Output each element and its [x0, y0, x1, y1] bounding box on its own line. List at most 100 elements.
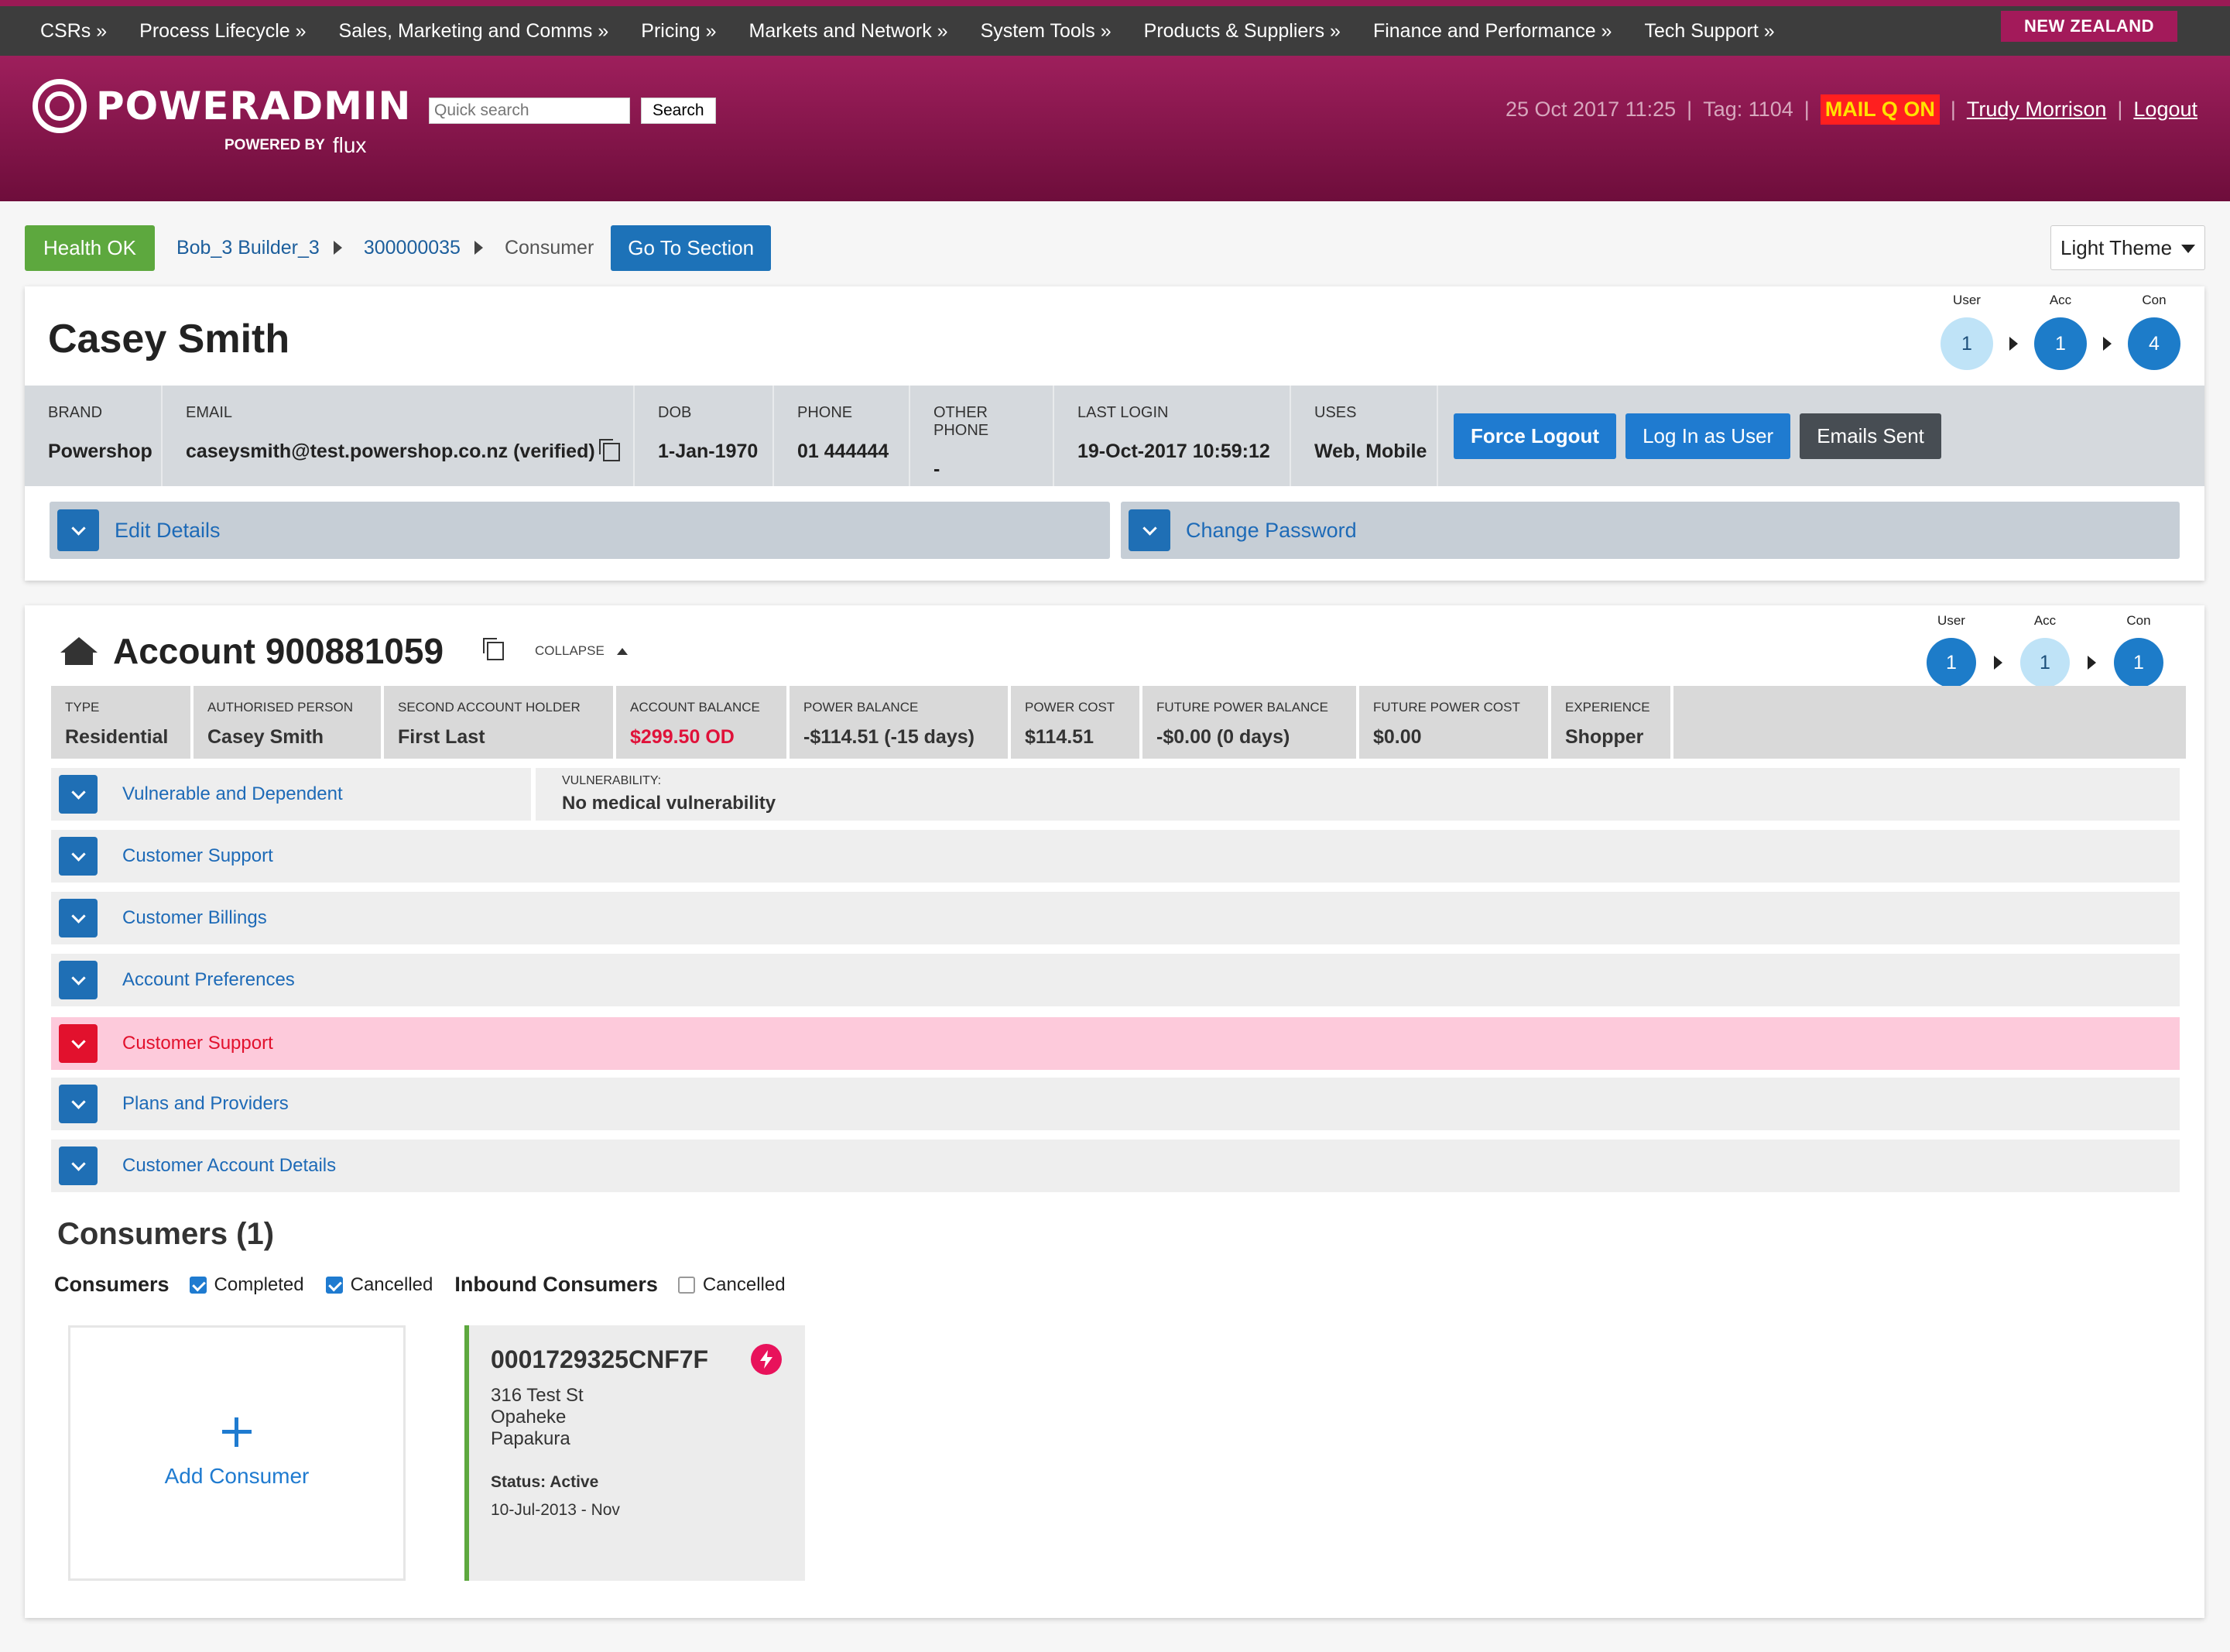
search-button[interactable]: Search — [641, 98, 716, 124]
level-count: 1 — [1941, 317, 1993, 370]
nav-item-process-lifecycle[interactable]: Process Lifecycle » — [139, 20, 306, 43]
level-acc[interactable]: Acc 1 — [2018, 613, 2072, 687]
quick-search: Search — [429, 98, 716, 124]
field-label: AUTHORISED PERSON — [207, 700, 353, 715]
nav-item-pricing[interactable]: Pricing » — [641, 20, 716, 43]
inbound-cancelled-checkbox[interactable] — [677, 1276, 695, 1294]
logo[interactable]: POWERADMIN — [33, 79, 411, 133]
region-badge[interactable]: NEW ZEALAND — [2000, 11, 2177, 42]
expand-button[interactable] — [1129, 509, 1170, 551]
log-in-as-user-button[interactable]: Log In as User — [1625, 413, 1791, 459]
nav-item-markets-network[interactable]: Markets and Network » — [749, 20, 948, 43]
level-label: User — [1937, 613, 1965, 628]
emails-sent-button[interactable]: Emails Sent — [1800, 413, 1941, 459]
expand-button[interactable] — [59, 1146, 98, 1185]
change-password-accordion[interactable]: Change Password — [1121, 502, 2180, 559]
address-line: Papakura — [491, 1428, 570, 1449]
field-label: EMAIL — [186, 404, 233, 421]
field-label: OTHER PHONE — [933, 404, 989, 439]
nav-item-tech-support[interactable]: Tech Support » — [1644, 20, 1774, 43]
collapse-toggle[interactable]: COLLAPSE — [535, 643, 605, 659]
breadcrumb-account[interactable]: 300000035 — [364, 237, 461, 259]
expand-button[interactable] — [59, 961, 98, 999]
consumer-address: 316 Test St Opaheke Papakura — [491, 1385, 805, 1450]
level-count: 1 — [2034, 317, 2087, 370]
arrow-right-icon — [2088, 656, 2096, 670]
cancelled-checkbox[interactable] — [325, 1276, 343, 1294]
breadcrumb-current: Consumer — [504, 236, 594, 259]
field-email: EMAIL caseysmith@test.powershop.co.nz (v… — [163, 386, 635, 486]
nav-item-csrs[interactable]: CSRs » — [40, 20, 107, 43]
consumers-group-label: Consumers — [54, 1273, 170, 1296]
separator: | — [1950, 98, 1956, 121]
copy-icon[interactable] — [483, 638, 505, 660]
mail-queue-badge[interactable]: MAIL Q ON — [1820, 94, 1940, 125]
nav-item-sales-marketing[interactable]: Sales, Marketing and Comms » — [339, 20, 609, 43]
completed-checkbox[interactable] — [189, 1276, 207, 1294]
theme-select-value: Light Theme — [2060, 235, 2173, 259]
inbound-cancelled-label: Cancelled — [702, 1273, 786, 1295]
caret-up-icon[interactable] — [616, 647, 628, 655]
field-power-cost: POWER COST $114.51 — [1011, 686, 1139, 759]
field-future-power-balance: FUTURE POWER BALANCE -$0.00 (0 days) — [1142, 686, 1356, 759]
search-input[interactable] — [429, 98, 630, 124]
field-other-phone: OTHER PHONE - — [910, 386, 1054, 486]
expand-button[interactable] — [59, 1024, 98, 1063]
flux-logo: flux — [332, 133, 367, 157]
level-con[interactable]: Con 1 — [2112, 613, 2166, 687]
vulnerability-info: VULNERABILITY: No medical vulnerability — [562, 774, 776, 814]
level-con[interactable]: Con 4 — [2127, 293, 2181, 370]
arrow-right-icon — [1994, 656, 2002, 670]
copy-icon[interactable] — [598, 439, 620, 462]
field-label: USES — [1314, 404, 1357, 421]
arrow-right-icon — [2009, 337, 2018, 351]
go-to-section-button[interactable]: Go To Section — [611, 224, 772, 271]
add-consumer-card[interactable]: Add Consumer — [68, 1325, 406, 1581]
section-customer-account-details[interactable]: Customer Account Details — [51, 1140, 2180, 1192]
expand-button[interactable] — [59, 899, 98, 937]
edit-details-accordion[interactable]: Edit Details — [50, 502, 1110, 559]
health-status-badge[interactable]: Health OK — [25, 224, 155, 271]
field-value: First Last — [398, 726, 485, 748]
logout-link[interactable]: Logout — [2133, 98, 2197, 122]
expand-button[interactable] — [59, 1085, 98, 1123]
field-label: DOB — [658, 404, 692, 421]
section-customer-support-alert[interactable]: Customer Support — [51, 1017, 2180, 1070]
consumer-card[interactable]: 0001729325CNF7F 316 Test St Opaheke Papa… — [464, 1325, 805, 1581]
level-count: 1 — [2114, 638, 2163, 687]
field-account-balance: ACCOUNT BALANCE $299.50 OD — [616, 686, 786, 759]
level-user[interactable]: User 1 — [1940, 293, 1994, 370]
field-experience: EXPERIENCE Shopper — [1551, 686, 1670, 759]
nav-item-products-suppliers[interactable]: Products & Suppliers » — [1144, 20, 1341, 43]
section-label: Customer Support — [122, 1033, 273, 1054]
field-value: -$114.51 (-15 days) — [803, 726, 975, 748]
section-vulnerable[interactable]: Vulnerable and Dependent VULNERABILITY: … — [51, 768, 2180, 821]
field-phone: PHONE 01 444444 — [774, 386, 910, 486]
chevron-down-icon — [70, 520, 86, 536]
email-value: caseysmith@test.powershop.co.nz (verifie… — [186, 440, 595, 462]
expand-button[interactable] — [59, 775, 98, 814]
expand-button[interactable] — [57, 509, 99, 551]
breadcrumb-arrow-icon — [474, 241, 483, 255]
theme-select[interactable]: Light Theme — [2050, 225, 2205, 270]
section-customer-support[interactable]: Customer Support — [51, 830, 2180, 883]
level-user[interactable]: User 1 — [1924, 613, 1978, 687]
plus-icon — [222, 1417, 252, 1447]
chevron-down-icon — [70, 970, 86, 985]
level-acc[interactable]: Acc 1 — [2033, 293, 2088, 370]
nav-item-system-tools[interactable]: System Tools » — [981, 20, 1112, 43]
chevron-down-icon — [70, 1033, 86, 1049]
account-info-strip: TYPE Residential AUTHORISED PERSON Casey… — [51, 686, 2186, 759]
chevron-down-icon — [70, 846, 86, 862]
account-header: Account 900881059 COLLAPSE — [57, 630, 628, 672]
section-account-preferences[interactable]: Account Preferences — [51, 954, 2180, 1006]
current-user-link[interactable]: Trudy Morrison — [1967, 98, 2107, 122]
expand-button[interactable] — [59, 837, 98, 876]
nav-item-finance-performance[interactable]: Finance and Performance » — [1373, 20, 1612, 43]
force-logout-button[interactable]: Force Logout — [1454, 413, 1617, 459]
field-authorised-person: AUTHORISED PERSON Casey Smith — [194, 686, 381, 759]
field-value: caseysmith@test.powershop.co.nz (verifie… — [186, 439, 620, 463]
section-plans-providers[interactable]: Plans and Providers — [51, 1078, 2180, 1130]
section-customer-billings[interactable]: Customer Billings — [51, 892, 2180, 944]
breadcrumb-user[interactable]: Bob_3 Builder_3 — [176, 237, 320, 259]
